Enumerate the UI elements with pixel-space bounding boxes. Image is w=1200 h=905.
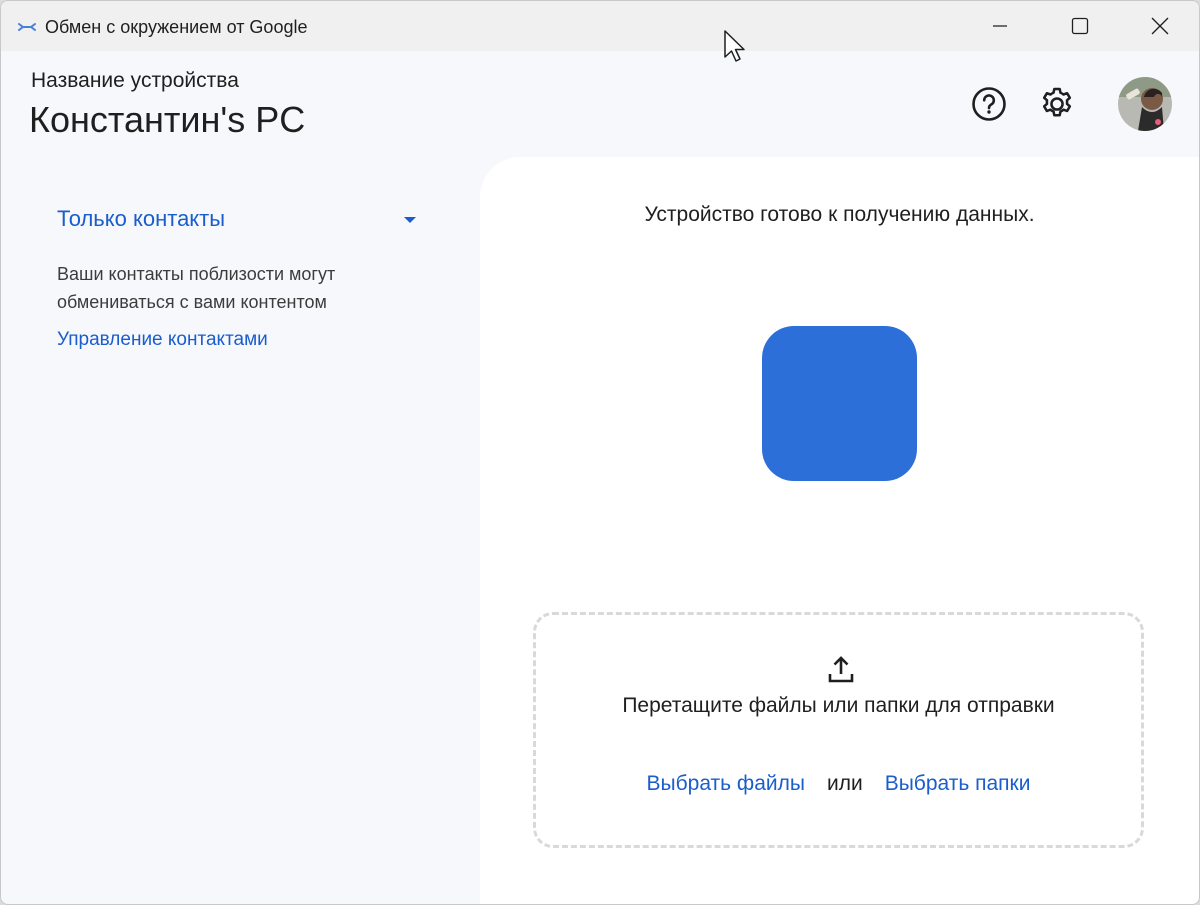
close-icon	[1151, 17, 1169, 35]
account-avatar[interactable]	[1118, 77, 1172, 131]
or-label: или	[826, 772, 863, 795]
device-name-label: Название устройства	[31, 69, 239, 92]
minimize-button[interactable]	[961, 1, 1039, 51]
visibility-dropdown[interactable]: Только контакты	[57, 206, 422, 236]
device-name: Константин's PC	[29, 99, 306, 140]
title-bar: Обмен с окружением от Google	[1, 1, 1199, 51]
drop-instruction: Перетащите файлы или папки для отправки	[622, 694, 1055, 717]
ready-status: Устройство готово к получению данных.	[644, 203, 1035, 226]
close-button[interactable]	[1121, 1, 1199, 51]
app-window: Обмен с окружением от Google Название ус…	[0, 0, 1200, 905]
receive-panel: Устройство готово к получению данных. Пе…	[480, 157, 1199, 904]
nearby-share-icon	[18, 23, 36, 31]
choose-files-link[interactable]: Выбрать файлы	[647, 772, 805, 795]
upload-icon	[828, 656, 854, 683]
visibility-label: Только контакты	[57, 206, 226, 231]
choose-row: Выбрать файлы или Выбрать папки	[536, 772, 1141, 796]
maximize-icon	[1071, 17, 1089, 35]
help-button[interactable]	[969, 84, 1009, 124]
choose-folders-link[interactable]: Выбрать папки	[885, 772, 1031, 795]
chevron-down-icon	[404, 217, 416, 223]
minimize-icon	[993, 25, 1007, 27]
avatar-image	[1118, 77, 1172, 131]
settings-button[interactable]	[1037, 84, 1077, 124]
maximize-button[interactable]	[1041, 1, 1119, 51]
help-circle-icon	[972, 87, 1006, 121]
gear-icon	[1042, 87, 1072, 117]
manage-contacts-link[interactable]: Управление контактами	[57, 329, 268, 351]
mouse-cursor-icon	[724, 30, 745, 62]
window-title: Обмен с окружением от Google	[45, 17, 308, 37]
device-tile	[762, 326, 917, 481]
drop-zone[interactable]: Перетащите файлы или папки для отправки …	[533, 612, 1144, 848]
visibility-description: Ваши контакты поблизости могут обмениват…	[57, 264, 336, 312]
